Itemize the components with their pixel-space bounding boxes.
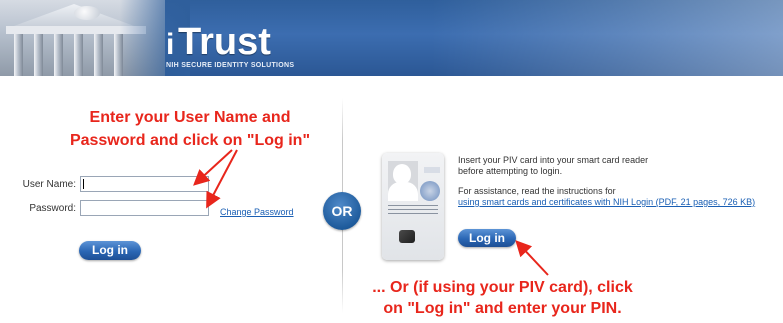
brand-logo-text: Trust bbox=[178, 21, 271, 63]
annotation-left: Enter your User Name and Password and cl… bbox=[60, 106, 320, 152]
piv-instructions-link[interactable]: using smart cards and certificates with … bbox=[458, 197, 755, 208]
arrow-to-piv-login bbox=[515, 240, 549, 276]
piv-instruction-line1: Insert your PIV card into your smart car… bbox=[458, 155, 649, 165]
annotation-right: ... Or (if using your PIV card), click o… bbox=[335, 277, 670, 319]
piv-assist-text: For assistance, read the instructions fo… bbox=[458, 186, 616, 196]
change-password-link[interactable]: Change Password bbox=[220, 207, 294, 217]
header-banner: i Trust NIH SECURE IDENTITY SOLUTIONS bbox=[0, 0, 783, 76]
password-input[interactable] bbox=[80, 200, 209, 216]
annotation-left-line1: Enter your User Name and bbox=[89, 109, 291, 126]
password-label: Password: bbox=[29, 203, 76, 214]
username-input[interactable] bbox=[80, 176, 209, 192]
smart-chip-icon bbox=[399, 230, 415, 243]
text-caret bbox=[83, 179, 84, 189]
piv-instruction-line2: before attempting to login. bbox=[458, 166, 563, 176]
login-button[interactable]: Log in bbox=[79, 241, 141, 260]
piv-login-button[interactable]: Log in bbox=[458, 229, 516, 247]
or-badge: OR bbox=[323, 192, 361, 230]
annotation-right-line2: on "Log in" and enter your PIN. bbox=[383, 300, 622, 317]
brand-tagline: NIH SECURE IDENTITY SOLUTIONS bbox=[166, 62, 295, 69]
annotation-left-line2: Password and click on "Log in" bbox=[69, 132, 311, 149]
card-seal-icon bbox=[420, 181, 440, 201]
username-label: User Name: bbox=[22, 179, 76, 190]
arrow-to-password bbox=[206, 149, 238, 209]
piv-card-icon bbox=[382, 153, 444, 260]
annotation-right-line1: ... Or (if using your PIV card), click bbox=[372, 279, 633, 296]
